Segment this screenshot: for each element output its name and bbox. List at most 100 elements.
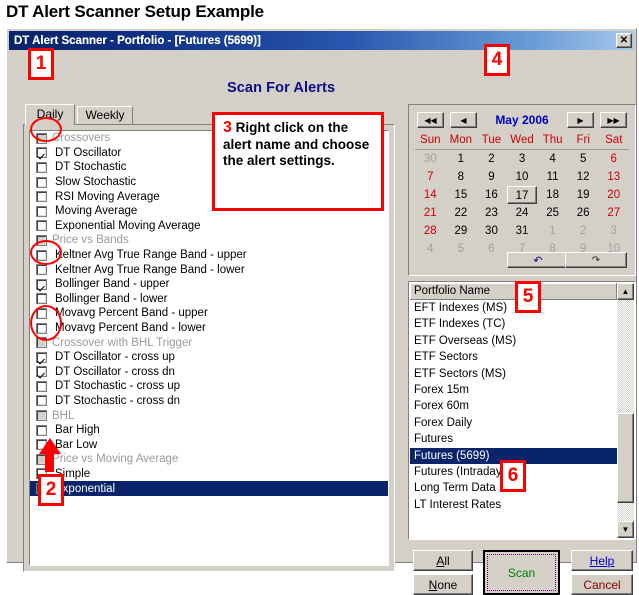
alert-checkbox[interactable]: [36, 395, 47, 407]
portfolio-list-item[interactable]: LT Interest Rates: [410, 497, 617, 513]
alert-row[interactable]: DT Oscillator - cross dn: [30, 365, 388, 380]
alert-checkbox[interactable]: [36, 161, 47, 173]
alert-row[interactable]: Exponential Moving Average: [30, 219, 388, 234]
portfolio-list-item[interactable]: ETF Sectors (MS): [410, 366, 617, 382]
alert-checkbox[interactable]: [36, 176, 47, 188]
alert-checkbox[interactable]: [36, 278, 47, 290]
portfolio-list[interactable]: EFT Indexes (MS) ETF Indexes (TC) ETF Over…: [410, 300, 617, 538]
scroll-down-icon[interactable]: ▼: [617, 521, 634, 538]
none-button[interactable]: None: [413, 574, 473, 595]
alert-checkbox[interactable]: [36, 249, 47, 261]
calendar-day-cell[interactable]: 2: [476, 150, 507, 168]
alert-row[interactable]: DT Stochastic - cross up: [30, 379, 388, 394]
alert-checkbox[interactable]: [36, 293, 47, 305]
portfolio-list-item[interactable]: Futures: [410, 431, 617, 447]
alert-checkbox[interactable]: [36, 351, 47, 363]
alert-row[interactable]: Bar Low: [30, 437, 388, 452]
portfolio-scrollbar[interactable]: ▲ ▼: [617, 283, 634, 538]
calendar-day-cell[interactable]: 1: [446, 150, 477, 168]
tab-weekly[interactable]: Weekly: [77, 106, 133, 124]
scan-button[interactable]: Scan: [483, 550, 560, 595]
calendar-day-cell[interactable]: 20: [598, 186, 629, 204]
alert-row[interactable]: Keltner Avg True Range Band - upper: [30, 248, 388, 263]
calendar-day-cell[interactable]: 6: [476, 240, 507, 258]
alert-group-row[interactable]: Crossover with BHL Trigger: [30, 335, 388, 350]
portfolio-list-item[interactable]: EFT Indexes (MS): [410, 300, 617, 316]
alert-checkbox[interactable]: [36, 424, 47, 436]
calendar-day-cell[interactable]: 26: [568, 204, 599, 222]
calendar-day-cell[interactable]: 30: [476, 222, 507, 240]
scroll-up-icon[interactable]: ▲: [617, 283, 634, 300]
calendar-day-cell[interactable]: 25: [537, 204, 568, 222]
calendar-day-cell[interactable]: 15: [446, 186, 477, 204]
calendar-day-cell[interactable]: 4: [537, 150, 568, 168]
alert-checkbox[interactable]: [36, 366, 47, 378]
calendar-undo-button[interactable]: ↶: [507, 252, 569, 268]
alert-row[interactable]: Bar High: [30, 423, 388, 438]
calendar-day-cell[interactable]: 31: [507, 222, 538, 240]
alert-row[interactable]: Simple: [30, 467, 388, 482]
alert-checkbox[interactable]: [36, 264, 47, 276]
calendar-day-cell[interactable]: 2: [568, 222, 599, 240]
calendar-day-cell[interactable]: 5: [446, 240, 477, 258]
alert-checkbox[interactable]: [36, 147, 47, 159]
alert-checkbox[interactable]: [36, 380, 47, 392]
alert-row[interactable]: Bollinger Band - upper: [30, 277, 388, 292]
portfolio-list-item[interactable]: Forex 15m: [410, 382, 617, 398]
calendar-day-cell[interactable]: 16: [476, 186, 507, 204]
alert-checkbox[interactable]: [36, 205, 47, 217]
calendar-next-button[interactable]: ▶: [567, 112, 594, 128]
alert-row[interactable]: Bollinger Band - lower: [30, 292, 388, 307]
calendar-day-cell[interactable]: 24: [507, 204, 538, 222]
calendar-day-cell[interactable]: 30: [415, 150, 446, 168]
calendar-day-cell[interactable]: 29: [446, 222, 477, 240]
calendar-day-cell[interactable]: 6: [598, 150, 629, 168]
alert-row[interactable]: DT Stochastic - cross dn: [30, 394, 388, 409]
portfolio-list-item[interactable]: Forex Daily: [410, 415, 617, 431]
calendar-day-cell[interactable]: 7: [415, 168, 446, 186]
calendar-grid[interactable]: Sun Mon Tue Wed Thu Fri Sat 30 1 2 3 4 5 6 7 8 9 10 11 12 13…: [415, 131, 629, 258]
calendar-day-cell[interactable]: 27: [598, 204, 629, 222]
close-icon[interactable]: ✕: [616, 33, 632, 48]
calendar-day-cell[interactable]: 22: [446, 204, 477, 222]
calendar-day-cell[interactable]: 1: [537, 222, 568, 240]
alert-checkbox[interactable]: [36, 322, 47, 334]
calendar-day-cell[interactable]: 23: [476, 204, 507, 222]
alert-row[interactable]: Movavg Percent Band - lower: [30, 321, 388, 336]
portfolio-list-item[interactable]: Forex 60m: [410, 398, 617, 414]
calendar-day-cell[interactable]: 3: [507, 150, 538, 168]
calendar-redo-button[interactable]: ↷: [565, 252, 627, 268]
calendar-day-cell[interactable]: 9: [476, 168, 507, 186]
portfolio-list-item[interactable]: ETF Sectors: [410, 349, 617, 365]
portfolio-list-item[interactable]: ETF Overseas (MS): [410, 333, 617, 349]
calendar-day-cell[interactable]: 12: [568, 168, 599, 186]
portfolio-list-item[interactable]: ETF Indexes (TC): [410, 316, 617, 332]
calendar-day-cell[interactable]: 19: [568, 186, 599, 204]
scrollbar-thumb[interactable]: [617, 413, 634, 503]
alert-group-row[interactable]: Price vs Bands: [30, 233, 388, 248]
calendar-day-cell[interactable]: 21: [415, 204, 446, 222]
alert-checkbox[interactable]: [36, 191, 47, 203]
alert-row[interactable]: DT Oscillator - cross up: [30, 350, 388, 365]
calendar-day-cell[interactable]: 8: [446, 168, 477, 186]
calendar-last-button[interactable]: ▶▶: [600, 112, 627, 128]
calendar-day-cell[interactable]: 11: [537, 168, 568, 186]
calendar-day-cell[interactable]: 14: [415, 186, 446, 204]
calendar-day-cell[interactable]: 5: [568, 150, 599, 168]
tab-daily[interactable]: Daily: [25, 104, 75, 125]
calendar-day-cell[interactable]: 17: [506, 186, 538, 204]
alert-group-row[interactable]: BHL: [30, 408, 388, 423]
alert-checkbox[interactable]: [36, 307, 47, 319]
cancel-button[interactable]: Cancel: [571, 574, 633, 595]
calendar-day-cell[interactable]: 13: [598, 168, 629, 186]
alert-row[interactable]: Keltner Avg True Range Band - lower: [30, 262, 388, 277]
calendar-day-cell[interactable]: 28: [415, 222, 446, 240]
calendar-day-cell[interactable]: 4: [415, 240, 446, 258]
calendar-day-cell[interactable]: 3: [598, 222, 629, 240]
alert-checkbox[interactable]: [36, 220, 47, 232]
calendar-day-cell[interactable]: 10: [507, 168, 538, 186]
alert-group-row[interactable]: Price vs Moving Average: [30, 452, 388, 467]
alert-row[interactable]: Movavg Percent Band - upper: [30, 306, 388, 321]
alert-row[interactable]: Exponential: [30, 481, 388, 496]
calendar-day-cell[interactable]: 18: [537, 186, 568, 204]
